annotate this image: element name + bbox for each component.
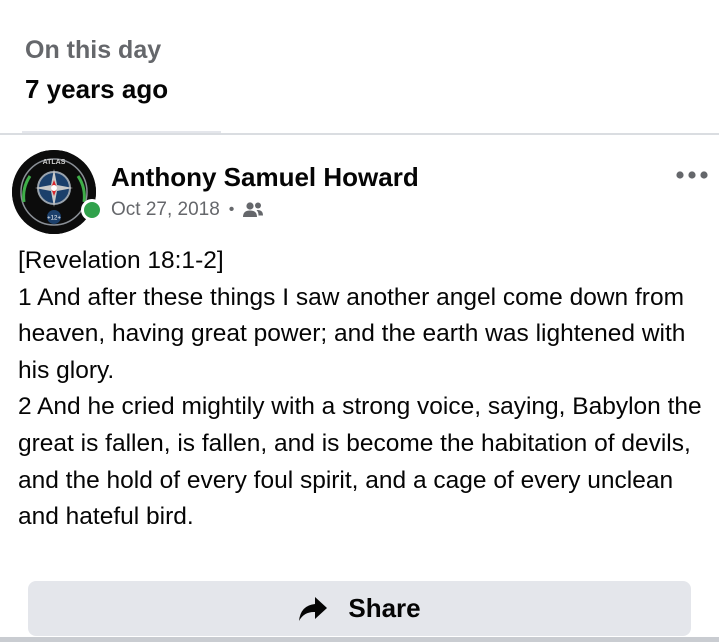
header-divider xyxy=(0,133,719,135)
memory-label: On this day xyxy=(25,36,162,64)
more-options-button[interactable] xyxy=(670,160,714,190)
memory-post-page: On this day 7 years ago ATLAS +12+ Antho… xyxy=(0,0,719,642)
share-arrow-icon xyxy=(299,596,328,621)
friends-icon[interactable] xyxy=(242,201,264,219)
avatar[interactable]: ATLAS +12+ xyxy=(12,150,96,234)
avatar-badge-text: +12+ xyxy=(47,216,61,222)
post-date[interactable]: Oct 27, 2018 xyxy=(111,197,220,223)
memory-header: On this day 7 years ago xyxy=(25,34,168,106)
share-label: Share xyxy=(348,593,421,623)
more-options-icon xyxy=(676,171,708,179)
post-text-line: 2 And he cried mightily with a strong vo… xyxy=(18,393,702,531)
avatar-logo-text: ATLAS xyxy=(43,159,66,166)
bottom-edge xyxy=(0,637,719,642)
post-text: [Revelation 18:1-2] 1 And after these th… xyxy=(18,243,708,536)
post-meta: Oct 27, 2018 • xyxy=(111,197,264,223)
avatar-compass-logo-icon: ATLAS +12+ xyxy=(12,150,96,234)
memory-time-ago: 7 years ago xyxy=(25,74,169,104)
post-text-line: 1 And after these things I saw another a… xyxy=(18,283,686,384)
share-button[interactable]: Share xyxy=(28,581,691,636)
meta-separator: • xyxy=(228,201,235,218)
online-status-indicator xyxy=(81,199,103,221)
author-name[interactable]: Anthony Samuel Howard xyxy=(111,160,419,194)
post-text-line: [Revelation 18:1-2] xyxy=(18,247,224,274)
